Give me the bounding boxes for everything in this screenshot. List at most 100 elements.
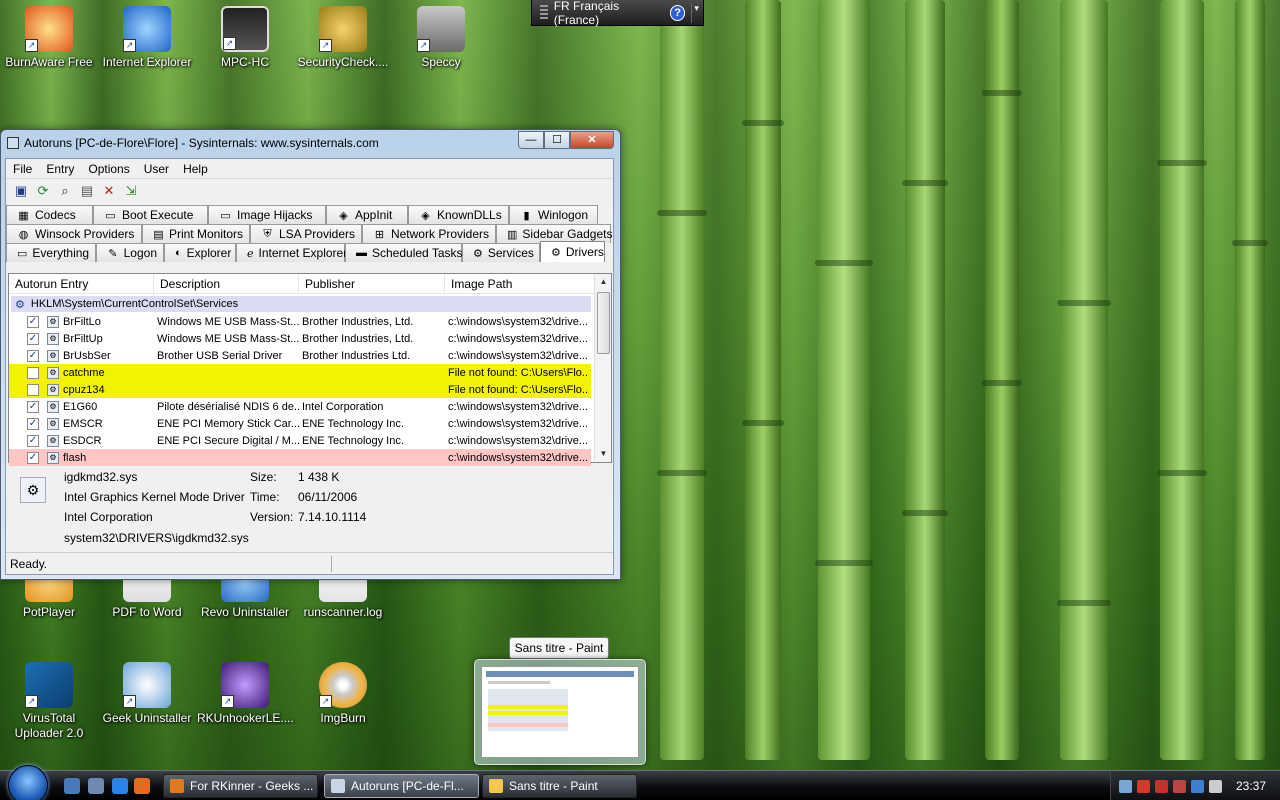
enable-checkbox[interactable]	[27, 366, 39, 379]
delete-icon[interactable]: ✕	[100, 182, 118, 200]
desktop-icon-virustotal[interactable]: ↗ VirusTotal Uploader 2.0	[1, 662, 97, 741]
desktop-icon-imgburn[interactable]: ↗ ImgBurn	[295, 662, 391, 726]
language-bar[interactable]: FR Français (France) ? ▾	[531, 0, 704, 27]
show-desktop-icon[interactable]	[64, 778, 80, 794]
entry-name: cpuz134	[63, 383, 105, 396]
table-row[interactable]: ✓ ⚙ BrFiltUp Windows ME USB Mass-St... Broth…	[9, 330, 591, 347]
table-row[interactable]: ✓ ⚙ BrFiltLo Windows ME USB Mass-St... Broth…	[9, 313, 591, 330]
enable-checkbox[interactable]	[27, 383, 39, 396]
table-row[interactable]: ⚙ catchme File not found: C:\Users\Flo...	[9, 364, 591, 381]
help-icon[interactable]: ?	[669, 4, 686, 21]
tab-winsock-providers[interactable]: ◍ Winsock Providers	[6, 224, 142, 243]
enable-checkbox[interactable]: ✓	[27, 451, 39, 464]
tab-internet-explorer[interactable]: ℯ Internet Explorer	[236, 243, 347, 262]
menu-file[interactable]: File	[6, 162, 39, 176]
scroll-up-icon[interactable]: ▲	[595, 274, 612, 290]
taskbar-button-firefox[interactable]: For RKinner - Geeks ...	[163, 774, 318, 798]
desktop-icon-speccy[interactable]: ↗ Speccy	[393, 6, 489, 70]
column-publisher[interactable]: Publisher	[299, 274, 445, 293]
switch-windows-icon[interactable]	[88, 778, 104, 794]
title-bar[interactable]: Autoruns [PC-de-Flore\Flore] - Sysintern…	[1, 130, 620, 156]
desktop-icon-geek-uninstaller[interactable]: ↗ Geek Uninstaller	[99, 662, 195, 726]
taskbar-button-paint[interactable]: Sans titre - Paint	[482, 774, 637, 798]
tab-services[interactable]: ⚙ Services	[462, 243, 540, 262]
autoruns-list[interactable]: Autorun Entry Description Publisher Imag…	[8, 273, 612, 466]
tab-appinit[interactable]: ◈ AppInit	[326, 205, 408, 224]
table-row[interactable]: ⚙ cpuz134 File not found: C:\Users\Flo...	[9, 381, 591, 398]
desktop-icon-securitycheck[interactable]: ↗ SecurityCheck....	[295, 6, 391, 70]
desktop-icon-burnaware[interactable]: ↗ BurnAware Free	[1, 6, 97, 70]
close-button[interactable]: ✕	[570, 131, 614, 149]
tab-image-hijacks[interactable]: ▭ Image Hijacks	[208, 205, 326, 224]
firefox-quicklaunch-icon[interactable]	[134, 778, 150, 794]
table-row[interactable]: ✓ ⚙ ESDCR ENE PCI Secure Digital / M... ENE …	[9, 432, 591, 449]
jump-icon[interactable]: ⇲	[122, 182, 140, 200]
system-tray: 23:37	[1110, 771, 1280, 800]
tab-explorer[interactable]: ◐ Explorer	[164, 243, 236, 262]
group-row[interactable]: ⚙ HKLM\System\CurrentControlSet\Services	[11, 296, 591, 312]
refresh-icon[interactable]: ⟳	[34, 182, 52, 200]
clock[interactable]: 23:37	[1236, 779, 1266, 793]
scroll-thumb[interactable]	[597, 292, 610, 354]
volume-icon[interactable]	[1209, 779, 1222, 793]
desktop-icon-internet-explorer[interactable]: ↗ Internet Explorer	[99, 6, 195, 70]
save-icon[interactable]: ▣	[12, 182, 30, 200]
properties-icon[interactable]: ▤	[78, 182, 96, 200]
antivirus-tray-icon[interactable]	[1173, 779, 1186, 793]
grip-handle[interactable]	[540, 4, 548, 21]
menu-help[interactable]: Help	[176, 162, 215, 176]
tab-drivers[interactable]: ⚙ Drivers	[540, 241, 605, 262]
minimize-langbar-icon[interactable]: ▾	[691, 2, 701, 23]
tab-codecs[interactable]: ▦ Codecs	[6, 205, 93, 224]
security-tray-icon[interactable]	[1137, 779, 1150, 793]
tab-knowndlls[interactable]: ◈ KnownDLLs	[408, 205, 509, 224]
taskbar-button-autoruns[interactable]: Autoruns [PC-de-Fl...	[324, 774, 479, 798]
alert-tray-icon[interactable]	[1155, 779, 1168, 793]
network-tray-icon[interactable]	[1119, 779, 1132, 793]
enable-checkbox[interactable]: ✓	[27, 400, 39, 413]
menu-entry[interactable]: Entry	[39, 162, 81, 176]
table-row[interactable]: ✓ ⚙ E1G60 Pilote désérialisé NDIS 6 de... In…	[9, 398, 591, 415]
tab-print-monitors[interactable]: ▤ Print Monitors	[142, 224, 250, 243]
enable-checkbox[interactable]: ✓	[27, 417, 39, 430]
tab-winlogon[interactable]: ▮ Winlogon	[509, 205, 598, 224]
enable-checkbox[interactable]: ✓	[27, 434, 39, 447]
tab-network-providers[interactable]: ⊞ Network Providers	[362, 224, 496, 243]
tab-logon[interactable]: ✎ Logon	[96, 243, 164, 262]
table-row[interactable]: ✓ ⚙ flash c:\windows\system32\drive...	[9, 449, 591, 466]
find-icon[interactable]: ⌕	[56, 182, 74, 200]
menu-options[interactable]: Options	[81, 162, 136, 176]
winlogon-icon: ▮	[523, 209, 530, 222]
desktop-icon-mpc-hc[interactable]: ↗ MPC-HC	[197, 6, 293, 70]
enable-checkbox[interactable]: ✓	[27, 315, 39, 328]
connection-tray-icon[interactable]	[1191, 779, 1204, 793]
cell-entry: ✓ ⚙ E1G60	[9, 400, 154, 413]
maximize-button[interactable]: ☐	[544, 131, 570, 149]
menu-user[interactable]: User	[137, 162, 176, 176]
internet-explorer-quicklaunch-icon[interactable]	[112, 778, 128, 794]
column-description[interactable]: Description	[154, 274, 299, 293]
column-image-path[interactable]: Image Path	[445, 274, 595, 293]
codecs-icon: ▦	[18, 209, 29, 222]
language-label[interactable]: FR Français (France)	[554, 0, 664, 27]
tab-lsa-providers[interactable]: ⛨ LSA Providers	[250, 224, 362, 243]
cell-description: Windows ME USB Mass-St...	[157, 332, 299, 345]
desktop-icon-rkunhooker[interactable]: ↗ RKUnhookerLE....	[197, 662, 294, 726]
scroll-down-icon[interactable]: ▼	[595, 446, 612, 462]
table-row[interactable]: ✓ ⚙ EMSCR ENE PCI Memory Stick Car... ENE Te…	[9, 415, 591, 432]
enable-checkbox[interactable]: ✓	[27, 332, 39, 345]
detail-file: igdkmd32.sys	[64, 470, 138, 484]
tab-everything[interactable]: ▭ Everything	[6, 243, 96, 262]
virustotal-icon: ↗	[25, 662, 73, 708]
enable-checkbox[interactable]: ✓	[27, 349, 39, 362]
column-autorun-entry[interactable]: Autorun Entry	[9, 274, 154, 293]
tab-boot-execute[interactable]: ▭ Boot Execute	[93, 205, 208, 224]
tab-scheduled-tasks[interactable]: ▬ Scheduled Tasks	[345, 243, 463, 262]
version-label: Version:	[250, 510, 294, 524]
minimize-button[interactable]: —	[518, 131, 544, 149]
cell-description: ENE PCI Memory Stick Car...	[157, 417, 299, 430]
vertical-scrollbar[interactable]: ▲ ▼	[594, 274, 611, 462]
start-button[interactable]	[8, 765, 48, 800]
paint-thumbnail-preview[interactable]	[474, 659, 646, 765]
table-row[interactable]: ✓ ⚙ BrUsbSer Brother USB Serial Driver Broth…	[9, 347, 591, 364]
